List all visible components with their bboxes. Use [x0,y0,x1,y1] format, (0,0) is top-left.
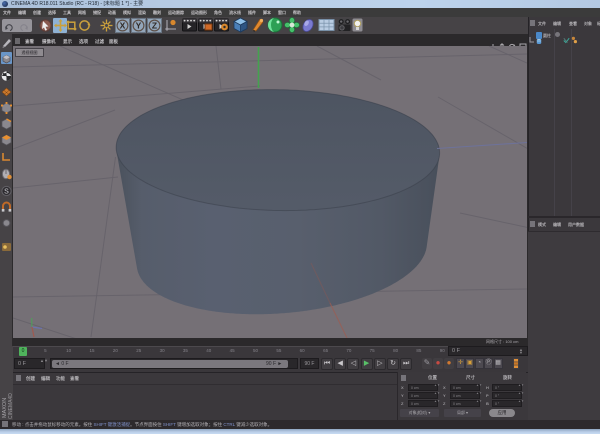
svg-text:X: X [120,21,126,31]
svg-text:Y: Y [136,21,142,31]
svg-text:S: S [4,189,9,196]
svg-text:Z: Z [152,21,157,31]
